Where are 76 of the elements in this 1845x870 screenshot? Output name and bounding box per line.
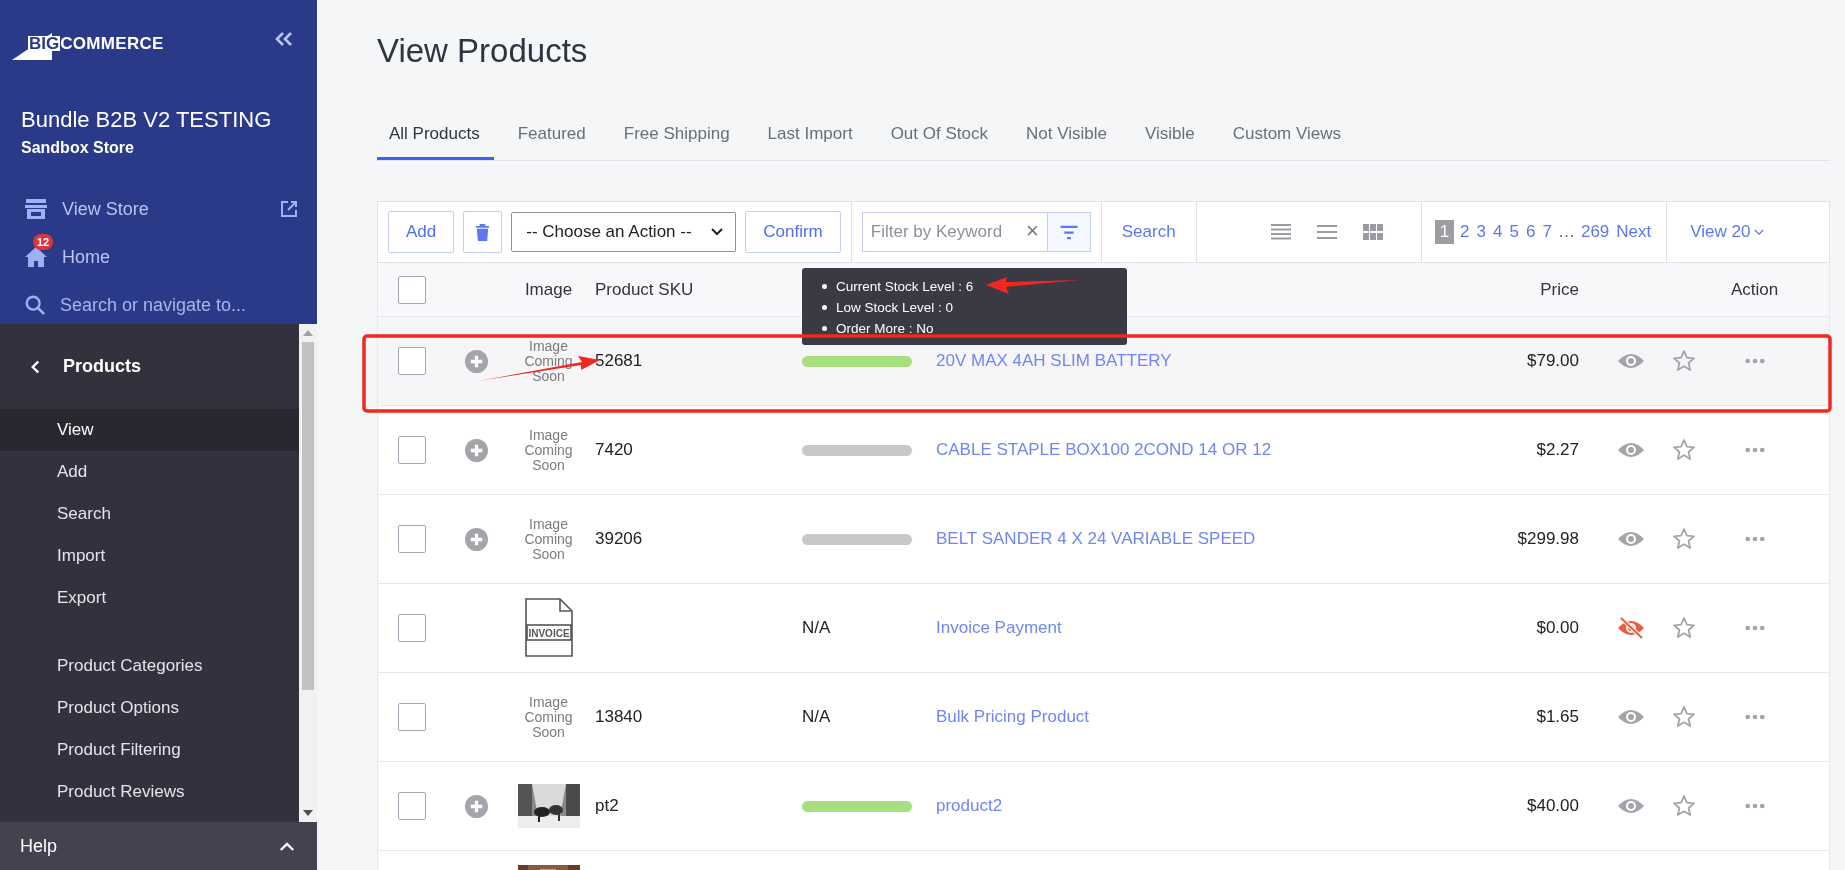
section-title: Products <box>63 356 141 377</box>
logo-text: BIG <box>28 36 61 51</box>
tab[interactable]: Custom Views <box>1218 124 1356 160</box>
product-link[interactable]: 20V MAX 4AH SLIM BATTERY <box>936 351 1172 370</box>
page-link[interactable]: 5 <box>1508 222 1520 242</box>
add-button[interactable]: Add <box>388 211 455 253</box>
stock-cell: N/A <box>802 707 831 726</box>
tab[interactable]: Out Of Stock <box>876 124 1002 160</box>
confirm-button[interactable]: Confirm <box>745 211 841 253</box>
sidebar-item[interactable]: Product Filtering <box>0 729 299 771</box>
products-back-link[interactable]: Products <box>0 324 299 409</box>
price-cell: $79.00 <box>1527 351 1579 370</box>
sku-cell: pt2 <box>595 796 619 815</box>
sidebar-item[interactable]: Product Reviews <box>0 771 299 813</box>
tab[interactable]: Visible <box>1130 124 1209 160</box>
sidebar-item[interactable]: Export <box>0 577 299 619</box>
tooltip-text: Current Stock Level : 6 <box>836 279 974 294</box>
product-link[interactable]: product2 <box>936 796 1003 815</box>
placeholder-image-text: Image Coming Soon <box>523 338 574 384</box>
tab[interactable]: Not Visible <box>1011 124 1121 160</box>
price-cell: $40.00 <box>1527 796 1579 815</box>
action-dropdown[interactable]: -- Choose an Action -- <box>511 212 737 252</box>
view-store-link[interactable]: View Store <box>62 198 149 220</box>
sku-cell: 39206 <box>595 529 643 548</box>
sidebar-item[interactable]: View <box>0 409 299 451</box>
notification-badge: 12 <box>33 234 54 250</box>
page-link[interactable]: 2 <box>1459 222 1471 242</box>
page-link[interactable]: 269 <box>1579 222 1611 242</box>
sidebar-item[interactable]: Import <box>0 535 299 577</box>
search-field[interactable]: Search or navigate to... <box>60 294 290 316</box>
placeholder-image-text: Image Coming Soon <box>523 427 574 473</box>
page-link[interactable]: 6 <box>1525 222 1537 242</box>
sku-cell: 52681 <box>595 351 643 370</box>
column-header: Price <box>1539 279 1579 300</box>
logo-text: COMMERCE <box>60 33 164 54</box>
product-link[interactable]: CABLE STAPLE BOX100 2COND 14 OR 12 <box>936 440 1272 459</box>
price-cell: $299.98 <box>1517 529 1579 548</box>
page-link[interactable]: 4 <box>1492 222 1504 242</box>
product-link[interactable]: Invoice Payment <box>936 618 1062 637</box>
page-link[interactable]: 1 <box>1434 220 1455 244</box>
page-link[interactable]: 3 <box>1475 222 1488 242</box>
tooltip-text: Order More : No <box>836 321 934 336</box>
column-header: Action <box>1730 279 1780 300</box>
sidebar-item[interactable]: Product Options <box>0 687 299 729</box>
sidebar-item[interactable]: Search <box>0 493 299 535</box>
ellipsis: … <box>1557 222 1575 242</box>
search-link[interactable]: Search <box>1121 222 1176 242</box>
sku-cell: 7420 <box>595 440 633 459</box>
price-cell: $0.00 <box>1536 618 1579 637</box>
clear-button[interactable]: × <box>1025 218 1039 244</box>
product-link[interactable]: BELT SANDER 4 X 24 VARIABLE SPEED <box>936 529 1256 548</box>
price-cell: $1.65 <box>1536 707 1579 726</box>
placeholder-image-text: Image Coming Soon <box>523 516 574 562</box>
column-header: Image <box>523 279 574 300</box>
sku-cell: 13840 <box>595 707 643 726</box>
invoice-label: INVOICE <box>527 627 570 639</box>
stock-cell: N/A <box>802 618 831 637</box>
column-header: Product SKU <box>595 279 695 300</box>
page-size-dropdown[interactable]: View 20 <box>1690 222 1765 242</box>
price-cell: $2.27 <box>1536 440 1579 459</box>
tab[interactable]: Featured <box>503 124 600 160</box>
tooltip-text: Low Stock Level : 0 <box>836 300 954 315</box>
page-link[interactable]: 7 <box>1541 222 1553 242</box>
tab[interactable]: Free Shipping <box>609 124 744 160</box>
tab[interactable]: Last Import <box>753 124 867 160</box>
store-name: Bundle B2B V2 TESTING <box>21 107 273 133</box>
page-title: View Products <box>377 32 589 70</box>
product-link[interactable]: Bulk Pricing Product <box>936 707 1090 726</box>
next-link[interactable]: Next <box>1615 222 1653 242</box>
tab[interactable]: All Products <box>377 124 494 160</box>
help-label[interactable]: Help <box>20 835 58 857</box>
sidebar-item[interactable]: Product Categories <box>0 645 299 687</box>
store-type: Sandbox Store <box>21 139 135 157</box>
sidebar-item[interactable]: Add <box>0 451 299 493</box>
placeholder-image-text: Image Coming Soon <box>523 694 574 740</box>
home-link[interactable]: Home <box>62 246 110 268</box>
